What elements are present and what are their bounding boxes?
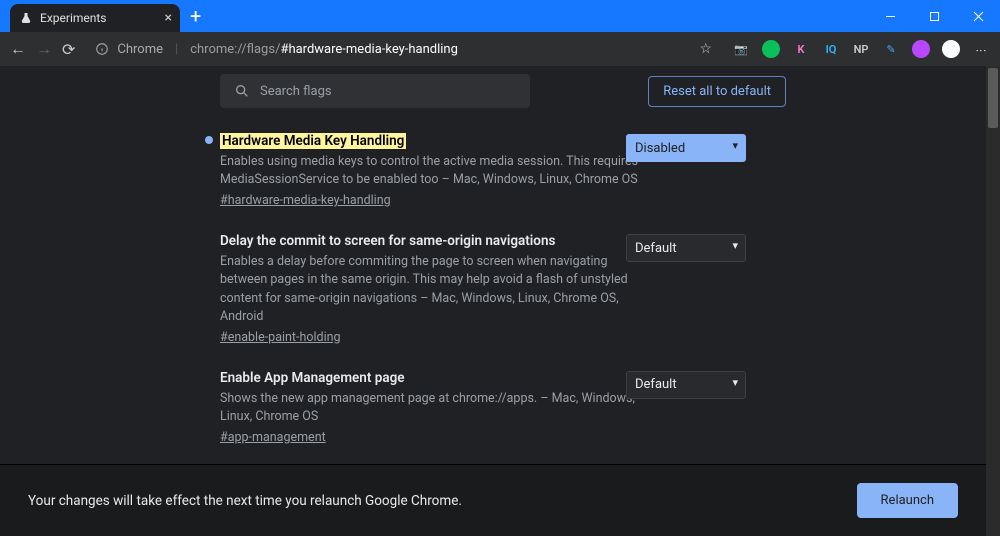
browser-menu-icon[interactable]: ⋮ bbox=[972, 40, 990, 58]
iq-ext-icon[interactable]: IQ bbox=[822, 40, 840, 58]
address-bar[interactable]: Chrome | chrome://flags/#hardware-media-… bbox=[85, 41, 722, 57]
flags-page: Search flags Reset all to default Hardwa… bbox=[0, 66, 1000, 536]
minimize-button[interactable] bbox=[868, 0, 912, 32]
extension-icons: 📷 K IQ NP ✎ ⋮ bbox=[732, 40, 990, 58]
tab-title: Experiments bbox=[40, 11, 107, 25]
search-placeholder: Search flags bbox=[260, 84, 332, 99]
titlebar: Experiments × + bbox=[0, 0, 1000, 32]
search-flags-input[interactable]: Search flags bbox=[220, 74, 530, 108]
flag-description: Shows the new app management page at chr… bbox=[220, 390, 640, 426]
flag-description: Enables a delay before commiting the pag… bbox=[220, 253, 640, 326]
new-tab-button[interactable]: + bbox=[190, 5, 201, 27]
url-fragment: #hardware-media-key-handling bbox=[280, 42, 457, 57]
scrollbar-thumb[interactable] bbox=[988, 68, 998, 128]
flag-state-select[interactable]: Default bbox=[626, 371, 746, 399]
search-icon bbox=[234, 83, 250, 99]
reset-all-button[interactable]: Reset all to default bbox=[648, 76, 786, 107]
close-window-button[interactable] bbox=[956, 0, 1000, 32]
window-controls bbox=[868, 0, 1000, 32]
flag-title: Enable App Management page bbox=[220, 370, 405, 386]
flag-title: Delay the commit to screen for same-orig… bbox=[220, 233, 555, 249]
chrome-label: Chrome bbox=[117, 42, 163, 57]
modified-marker-icon bbox=[205, 136, 213, 144]
url-prefix: chrome://flags/ bbox=[190, 42, 280, 57]
flag-state-select[interactable]: Default bbox=[626, 234, 746, 262]
flag-hash-link[interactable]: #hardware-media-key-handling bbox=[220, 193, 391, 208]
browser-toolbar: ← → ⟳ Chrome | chrome://flags/#hardware-… bbox=[0, 32, 1000, 66]
green-circle-ext-icon[interactable] bbox=[762, 40, 780, 58]
flag-item: Enable App Management page Shows the new… bbox=[0, 353, 986, 453]
site-info-icon bbox=[95, 42, 109, 56]
profile-avatar[interactable] bbox=[942, 40, 960, 58]
forward-button[interactable]: → bbox=[36, 39, 52, 59]
scrollbar[interactable] bbox=[986, 66, 1000, 536]
relaunch-button[interactable]: Relaunch bbox=[857, 483, 958, 518]
pen-ext-icon[interactable]: ✎ bbox=[882, 40, 900, 58]
flag-title: Hardware Media Key Handling bbox=[220, 133, 406, 149]
relaunch-bar: Your changes will take effect the next t… bbox=[0, 464, 986, 536]
flag-item: Delay the commit to screen for same-orig… bbox=[0, 216, 986, 353]
maximize-button[interactable] bbox=[912, 0, 956, 32]
relaunch-message: Your changes will take effect the next t… bbox=[28, 493, 462, 509]
back-button[interactable]: ← bbox=[10, 39, 26, 59]
flags-header: Search flags Reset all to default bbox=[0, 66, 986, 116]
flag-hash-link[interactable]: #app-management bbox=[220, 430, 326, 445]
k-ext-icon[interactable]: K bbox=[792, 40, 810, 58]
flag-description: Enables using media keys to control the … bbox=[220, 153, 640, 189]
reload-button[interactable]: ⟳ bbox=[62, 40, 75, 59]
flask-icon bbox=[20, 12, 32, 24]
bookmark-star-icon[interactable]: ☆ bbox=[699, 41, 712, 57]
flag-hash-link[interactable]: #enable-paint-holding bbox=[220, 330, 341, 345]
flag-state-select[interactable]: Disabled bbox=[626, 134, 746, 162]
flags-scroll-area: Search flags Reset all to default Hardwa… bbox=[0, 66, 986, 464]
purple-circle-ext-icon[interactable] bbox=[912, 40, 930, 58]
np-ext-icon[interactable]: NP bbox=[852, 40, 870, 58]
browser-tab[interactable]: Experiments × bbox=[10, 4, 180, 32]
flag-item: Hardware Media Key Handling Enables usin… bbox=[0, 116, 986, 216]
close-tab-icon[interactable]: × bbox=[165, 11, 172, 25]
flag-item: Enable USS for passwords sync Enables th… bbox=[0, 453, 986, 464]
camera-ext-icon[interactable]: 📷 bbox=[732, 40, 750, 58]
